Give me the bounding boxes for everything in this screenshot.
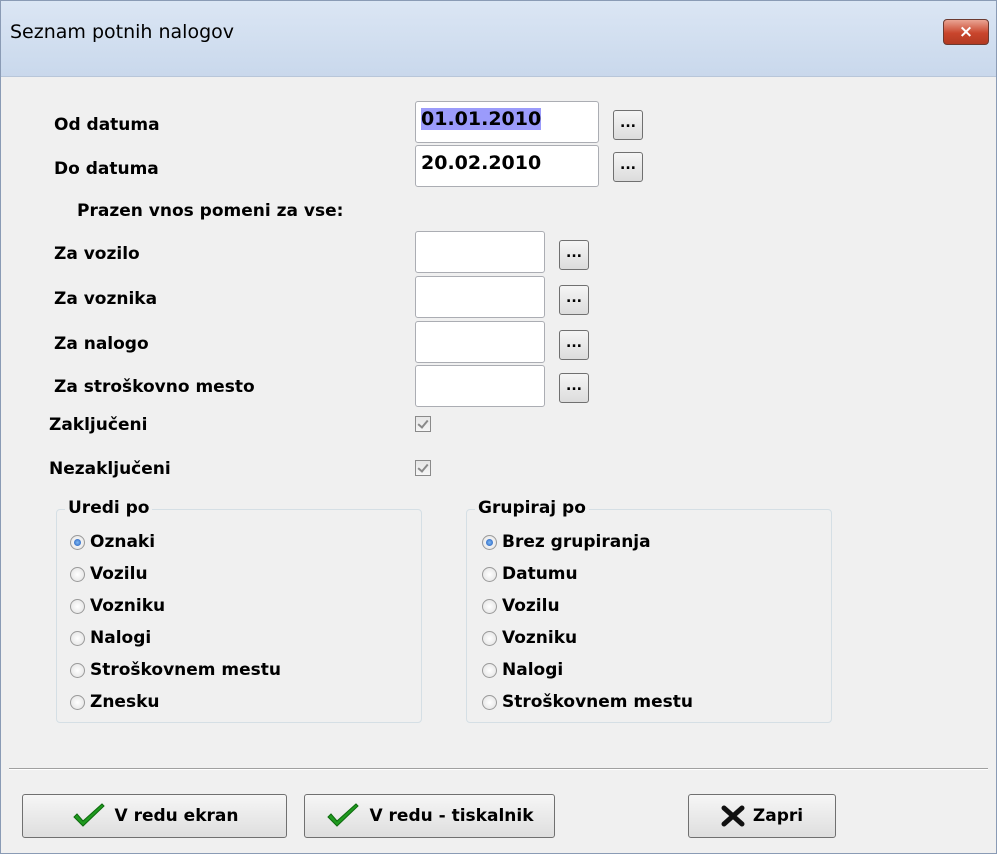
group-option-label: Vozilu [502,596,560,616]
radio-selected-icon [70,535,85,550]
close-button-label: Zapri [752,806,804,826]
window-title: Seznam potnih nalogov [10,21,235,43]
radio-icon [70,599,85,614]
za-voznika-input[interactable] [415,276,545,318]
ok-screen-label: V redu ekran [114,806,239,826]
za-nalogo-browse-button[interactable]: ... [559,330,589,360]
za-stroskovno-mesto-label: Za stroškovno mesto [54,377,255,397]
za-stroskovno-mesto-browse-button[interactable]: ... [559,373,589,403]
radio-icon [70,567,85,582]
sort-option-label: Stroškovnem mestu [90,660,282,680]
group-option-label: Nalogi [502,660,564,680]
do-datuma-input[interactable]: 20.02.2010 [415,145,599,187]
sort-option-label: Vozilu [90,564,148,584]
za-voznika-label: Za voznika [54,289,158,309]
za-vozilo-browse-button[interactable]: ... [559,240,589,270]
do-datuma-browse-button[interactable]: ... [613,152,643,182]
footer-separator [9,768,988,770]
radio-icon [70,663,85,678]
close-icon: × [958,22,974,42]
od-datuma-label: Od datuma [54,115,160,135]
od-datuma-browse-button[interactable]: ... [613,110,643,140]
radio-icon [482,599,497,614]
od-datuma-input[interactable]: 01.01.2010 [415,101,599,143]
sort-option-label: Oznaki [90,532,156,552]
radio-icon [70,631,85,646]
sort-option-label: Znesku [90,692,160,712]
radio-icon [482,567,497,582]
sort-option-label: Nalogi [90,628,152,648]
zakljuceni-label: Zaključeni [49,415,148,435]
group-option-label: Vozniku [502,628,578,648]
x-icon [721,805,745,827]
do-datuma-label: Do datuma [54,159,159,179]
za-vozilo-label: Za vozilo [54,244,140,264]
sort-by-group: Uredi po Oznaki Vozilu Vozniku Nalogi St… [56,498,422,723]
za-nalogo-input[interactable] [415,321,545,363]
group-option-label: Brez grupiranja [502,532,651,552]
sort-by-group-title: Uredi po [65,498,153,518]
ok-printer-button[interactable]: V redu - tiskalnik [304,794,555,838]
radio-icon [482,663,497,678]
checkmark-icon [72,803,105,827]
empty-entry-hint: Prazen vnos pomeni za vse: [77,201,344,221]
za-nalogo-label: Za nalogo [54,334,149,354]
do-datuma-value: 20.02.2010 [421,152,542,174]
radio-icon [482,631,497,646]
dialog-client-area: Od datuma 01.01.2010 ... Do datuma 20.02… [9,77,988,847]
ok-printer-label: V redu - tiskalnik [369,806,534,826]
radio-icon [482,695,497,710]
nezakljuceni-label: Nezaključeni [49,459,171,479]
sort-option-label: Vozniku [90,596,166,616]
radio-selected-icon [482,535,497,550]
checkmark-icon [327,803,360,827]
group-option-label: Stroškovnem mestu [502,692,694,712]
za-voznika-browse-button[interactable]: ... [559,285,589,315]
close-button[interactable]: Zapri [688,794,836,838]
dialog-window: Seznam potnih nalogov × Od datuma 01.01.… [0,0,997,854]
zakljuceni-checkbox[interactable] [415,416,431,432]
close-window-button[interactable]: × [943,19,989,45]
za-stroskovno-mesto-input[interactable] [415,365,545,407]
nezakljuceni-checkbox[interactable] [415,460,431,476]
title-bar[interactable]: Seznam potnih nalogov × [1,1,996,77]
group-by-group: Grupiraj po Brez grupiranja Datumu Vozil… [466,498,832,723]
za-vozilo-input[interactable] [415,231,545,273]
group-option-label: Datumu [502,564,578,584]
ok-screen-button[interactable]: V redu ekran [22,794,287,838]
group-by-group-title: Grupiraj po [475,498,589,518]
radio-icon [70,695,85,710]
od-datuma-value: 01.01.2010 [421,108,542,130]
